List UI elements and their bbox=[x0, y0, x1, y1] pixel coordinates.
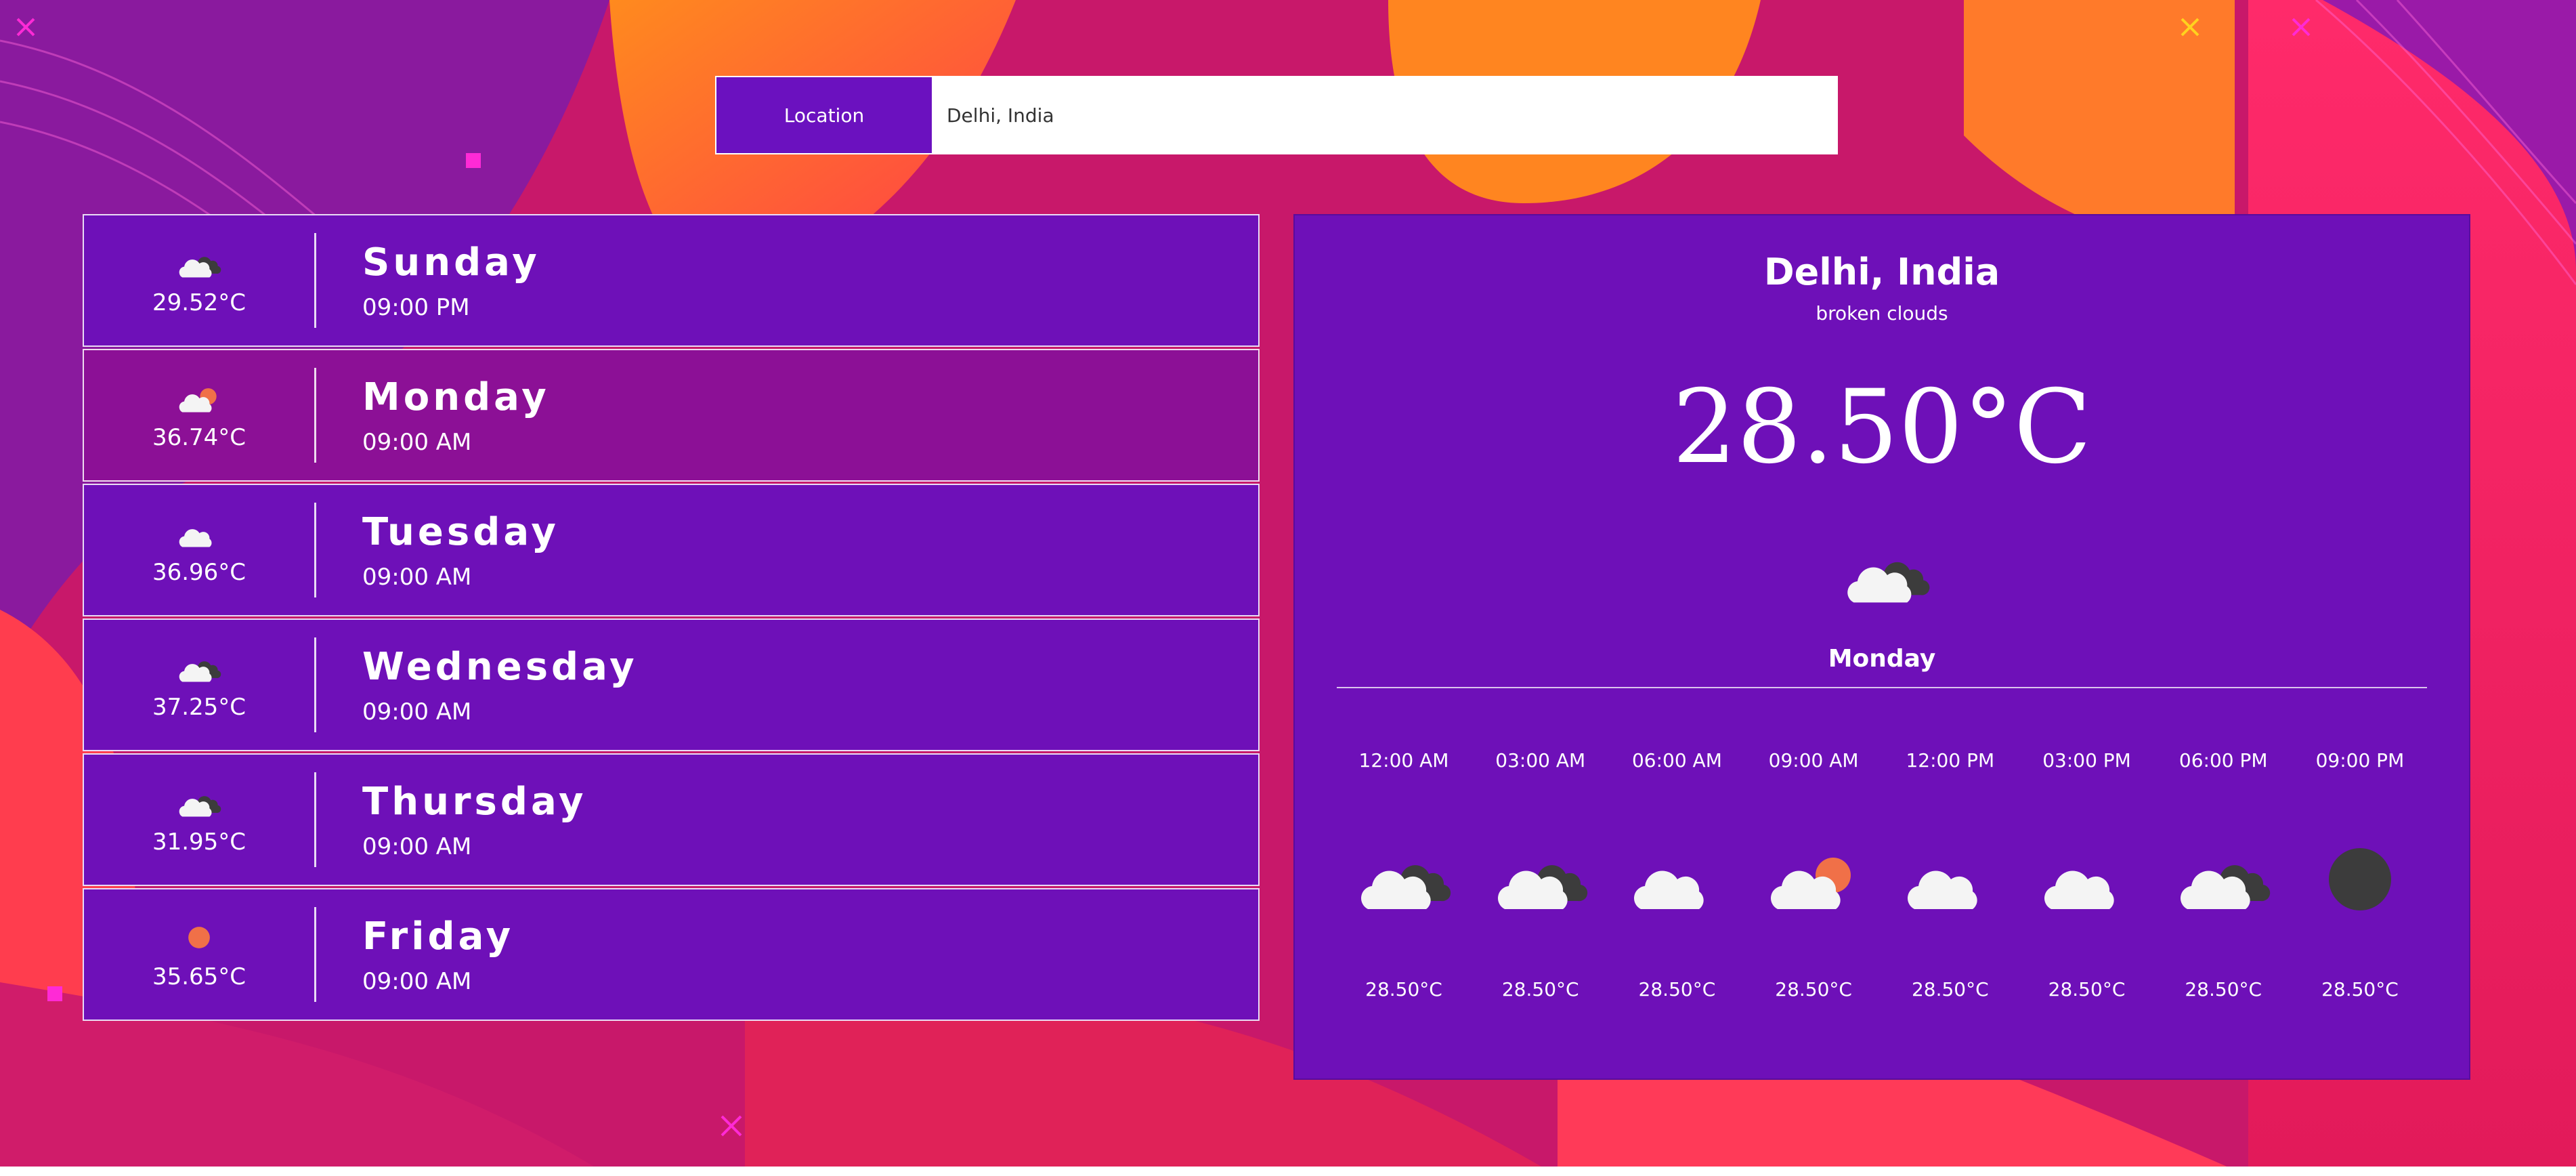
broken-clouds-icon bbox=[2181, 865, 2271, 909]
hourly-item[interactable]: 06:00 AM 28.50°C bbox=[1610, 749, 1744, 1001]
hourly-temperature: 28.50°C bbox=[2048, 978, 2126, 1001]
forecast-row-friday[interactable]: 35.65°C Friday 09:00 AM bbox=[83, 888, 1260, 1021]
location-button[interactable]: Location bbox=[716, 77, 932, 153]
forecast-temperature: 36.74°C bbox=[152, 424, 246, 451]
forecast-time: 09:00 AM bbox=[362, 833, 472, 860]
forecast-day-info: Sunday 09:00 PM bbox=[316, 240, 540, 321]
broken-clouds-icon bbox=[1361, 865, 1451, 909]
few-clouds-icon bbox=[179, 388, 217, 413]
cloud-icon bbox=[1634, 870, 1704, 909]
temperature-unit: °C bbox=[1962, 369, 2092, 486]
forecast-day-name: Friday bbox=[362, 914, 515, 959]
forecast-row-tuesday[interactable]: 36.96°C Tuesday 09:00 AM bbox=[83, 484, 1260, 616]
hourly-time: 12:00 AM bbox=[1358, 749, 1449, 772]
hourly-time: 09:00 AM bbox=[1768, 749, 1859, 772]
hourly-item[interactable]: 03:00 AM 28.50°C bbox=[1474, 749, 1608, 1001]
broken-clouds-icon bbox=[179, 661, 221, 682]
forecast-summary: 36.74°C bbox=[84, 350, 314, 480]
forecast-temperature: 29.52°C bbox=[152, 289, 246, 316]
hourly-item[interactable]: 03:00 PM 28.50°C bbox=[2020, 749, 2154, 1001]
forecast-time: 09:00 AM bbox=[362, 698, 472, 726]
hourly-time: 03:00 AM bbox=[1495, 749, 1586, 772]
forecast-time: 09:00 AM bbox=[362, 428, 472, 456]
cloud-icon bbox=[179, 529, 212, 547]
weather-detail-panel: Delhi, India broken clouds 28.50°C Monda… bbox=[1293, 214, 2470, 1080]
temperature-value: 28.50 bbox=[1672, 369, 1963, 486]
hourly-item[interactable]: 09:00 PM 28.50°C bbox=[2293, 749, 2427, 1001]
hourly-item[interactable]: 06:00 PM 28.50°C bbox=[2156, 749, 2290, 1001]
location-search-bar: Location bbox=[715, 76, 1838, 154]
location-input[interactable] bbox=[932, 77, 1837, 153]
hourly-time: 06:00 PM bbox=[2178, 749, 2268, 772]
forecast-day-name: Monday bbox=[362, 375, 550, 419]
forecast-summary: 31.95°C bbox=[84, 755, 314, 885]
hourly-temperature: 28.50°C bbox=[1911, 978, 1989, 1001]
forecast-summary: 29.52°C bbox=[84, 215, 314, 345]
forecast-day-info: Wednesday 09:00 AM bbox=[316, 645, 638, 726]
forecast-temperature: 31.95°C bbox=[152, 828, 246, 856]
forecast-day-name: Wednesday bbox=[362, 644, 638, 689]
broken-clouds-icon bbox=[1497, 865, 1587, 909]
selected-day: Monday bbox=[1828, 645, 1936, 673]
forecast-time: 09:00 PM bbox=[362, 293, 470, 321]
clear-sky-icon bbox=[188, 927, 210, 948]
hourly-temperature: 28.50°C bbox=[2185, 978, 2262, 1001]
hourly-temperature: 28.50°C bbox=[1775, 978, 1852, 1001]
forecast-day-info: Tuesday 09:00 AM bbox=[316, 510, 559, 591]
hourly-item[interactable]: 12:00 AM 28.50°C bbox=[1337, 749, 1471, 1001]
weather-description: broken clouds bbox=[1816, 302, 1948, 324]
forecast-day-name: Sunday bbox=[362, 240, 540, 285]
forecast-list: 29.52°C Sunday 09:00 PM 36.74°C Monday 09:00 … bbox=[83, 214, 1260, 1023]
forecast-row-thursday[interactable]: 31.95°C Thursday 09:00 AM bbox=[83, 753, 1260, 886]
hourly-time: 06:00 AM bbox=[1631, 749, 1722, 772]
divider-line bbox=[1337, 687, 2427, 688]
hourly-temperature: 28.50°C bbox=[1501, 978, 1579, 1001]
hourly-forecast: 12:00 AM 28.50°C 03:00 AM 28.50°C 06:00 AM 28… bbox=[1337, 749, 2427, 1001]
forecast-summary: 35.65°C bbox=[84, 889, 314, 1020]
few-clouds-icon bbox=[1771, 858, 1851, 909]
hourly-temperature: 28.50°C bbox=[2321, 978, 2399, 1001]
broken-clouds-icon bbox=[1847, 562, 1930, 603]
forecast-temperature: 35.65°C bbox=[152, 963, 246, 990]
forecast-row-monday[interactable]: 36.74°C Monday 09:00 AM bbox=[83, 349, 1260, 482]
forecast-time: 09:00 AM bbox=[362, 967, 472, 995]
forecast-temperature: 37.25°C bbox=[152, 694, 246, 721]
bottom-strip bbox=[0, 1167, 2576, 1176]
hourly-time: 09:00 PM bbox=[2315, 749, 2405, 772]
forecast-day-info: Friday 09:00 AM bbox=[316, 915, 514, 995]
current-temperature: 28.50°C bbox=[1295, 369, 2469, 486]
hourly-item[interactable]: 12:00 PM 28.50°C bbox=[1883, 749, 2017, 1001]
forecast-time: 09:00 AM bbox=[362, 563, 472, 591]
cloud-icon bbox=[1907, 870, 1977, 909]
forecast-summary: 37.25°C bbox=[84, 620, 314, 750]
forecast-day-info: Monday 09:00 AM bbox=[316, 375, 550, 456]
hourly-temperature: 28.50°C bbox=[1365, 978, 1442, 1001]
broken-clouds-icon bbox=[179, 257, 221, 278]
broken-clouds-icon bbox=[179, 796, 221, 817]
hourly-item[interactable]: 09:00 AM 28.50°C bbox=[1746, 749, 1881, 1001]
hourly-temperature: 28.50°C bbox=[1638, 978, 1716, 1001]
forecast-row-wednesday[interactable]: 37.25°C Wednesday 09:00 AM bbox=[83, 618, 1260, 751]
forecast-row-sunday[interactable]: 29.52°C Sunday 09:00 PM bbox=[83, 214, 1260, 347]
city-name: Delhi, India bbox=[1763, 251, 2000, 293]
hourly-time: 12:00 PM bbox=[1906, 749, 1995, 772]
forecast-summary: 36.96°C bbox=[84, 485, 314, 615]
hourly-time: 03:00 PM bbox=[2042, 749, 2131, 772]
night-icon bbox=[2328, 848, 2391, 910]
cloud-icon bbox=[2044, 870, 2114, 909]
forecast-day-name: Tuesday bbox=[362, 509, 559, 554]
forecast-day-name: Thursday bbox=[362, 779, 587, 824]
forecast-day-info: Thursday 09:00 AM bbox=[316, 780, 587, 860]
forecast-temperature: 36.96°C bbox=[152, 559, 246, 586]
